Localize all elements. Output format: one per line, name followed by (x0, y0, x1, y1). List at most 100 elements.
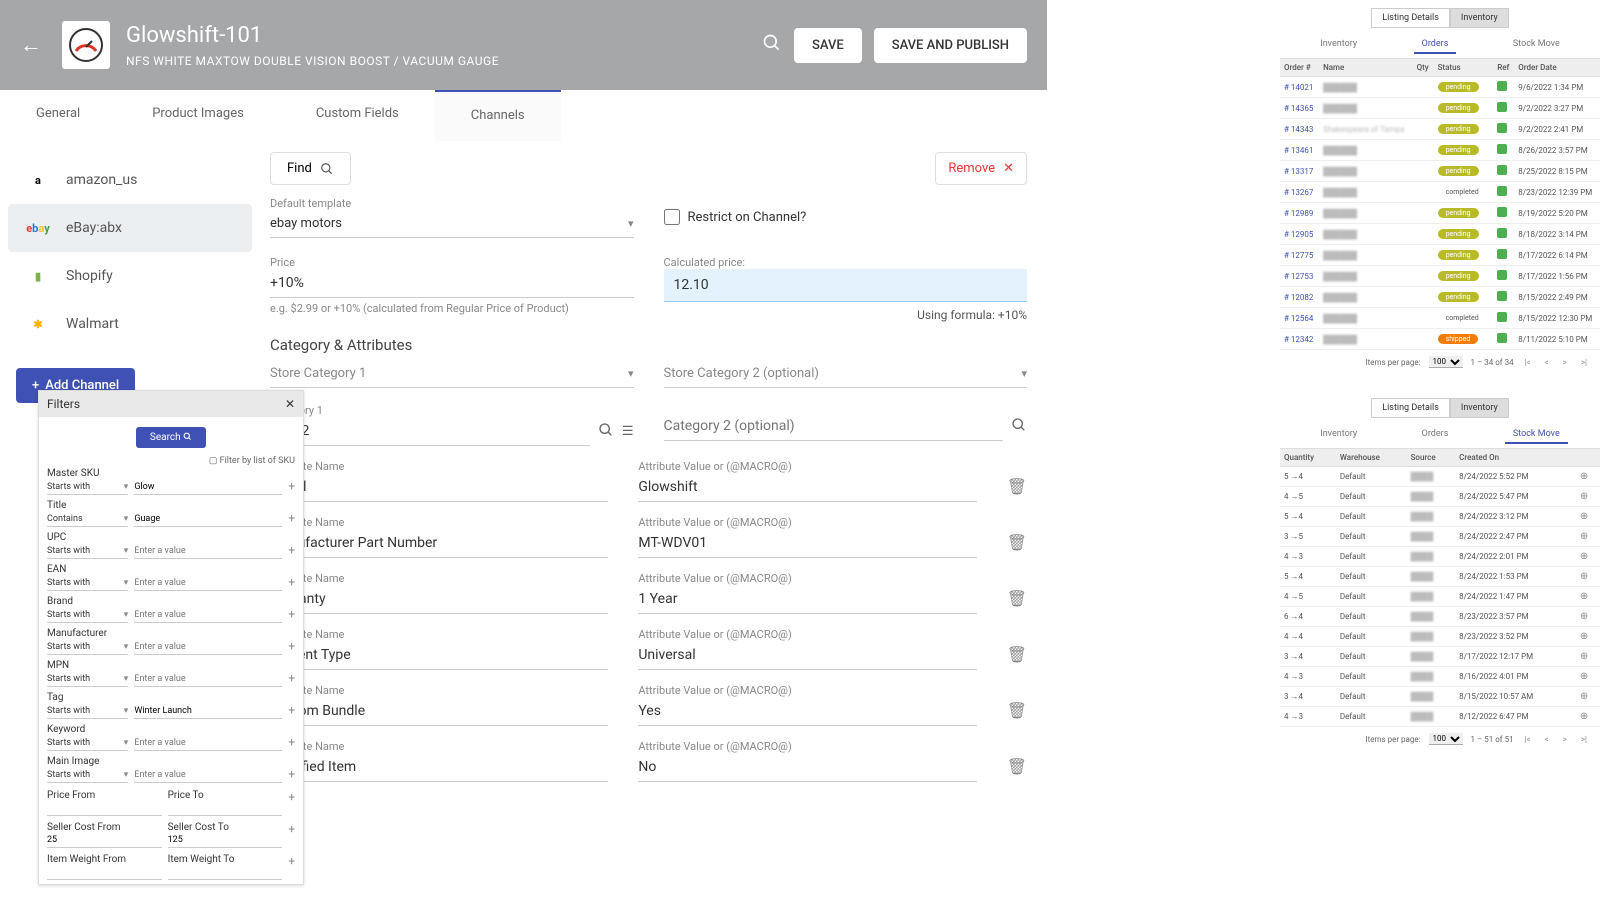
close-icon[interactable]: ✕ (285, 397, 295, 411)
filter-op-select[interactable]: Starts with ▾ (47, 736, 128, 751)
expand-icon[interactable]: ⊕ (1580, 691, 1588, 702)
ipp-select-2[interactable]: 100 (1429, 733, 1463, 745)
order-link[interactable]: # 13461 (1280, 140, 1319, 161)
category-2-input[interactable] (664, 412, 1004, 441)
table-row[interactable]: 5 →4Default████8/24/2022 5:52 PM⊕ (1280, 467, 1600, 487)
range-from-input[interactable] (47, 833, 162, 848)
filter-op-select[interactable]: Starts with ▾ (47, 640, 128, 655)
filter-op-select[interactable]: Starts with ▾ (47, 544, 128, 559)
table-row[interactable]: 4 →4Default████8/23/2022 3:52 PM⊕ (1280, 627, 1600, 647)
expand-icon[interactable]: ⊕ (1580, 471, 1588, 482)
table-row[interactable]: 3 →5Default████8/24/2022 2:47 PM⊕ (1280, 527, 1600, 547)
plus-icon[interactable]: + (288, 790, 295, 816)
last-page-icon[interactable]: >| (1578, 358, 1590, 367)
first-page-icon[interactable]: |< (1522, 735, 1534, 744)
attr-value-input[interactable] (638, 529, 976, 558)
attr-value-input[interactable] (638, 473, 976, 502)
col-status[interactable]: Status (1434, 59, 1494, 77)
col-ref[interactable]: Ref (1493, 59, 1514, 77)
next-page-icon[interactable]: > (1560, 358, 1570, 367)
col-name[interactable]: Name (1319, 59, 1413, 77)
channel-item-amazon[interactable]: a amazon_us (8, 156, 252, 204)
tab-product-images[interactable]: Product Images (116, 90, 280, 141)
expand-icon[interactable]: ⊕ (1580, 491, 1588, 502)
prev-page-icon[interactable]: < (1542, 358, 1552, 367)
trash-icon[interactable]: 🗑 (1007, 477, 1027, 502)
expand-icon[interactable]: ⊕ (1580, 591, 1588, 602)
plus-icon[interactable]: + (288, 671, 295, 687)
first-page-icon[interactable]: |< (1522, 358, 1534, 367)
trash-icon[interactable]: 🗑 (1007, 757, 1027, 782)
range-from-input[interactable] (47, 801, 162, 816)
order-link[interactable]: # 14343 (1280, 119, 1319, 140)
table-row[interactable]: 5 →4Default████8/24/2022 3:12 PM⊕ (1280, 507, 1600, 527)
order-link[interactable]: # 12564 (1280, 308, 1319, 329)
back-arrow-icon[interactable]: ← (20, 32, 42, 58)
expand-icon[interactable]: ⊕ (1580, 711, 1588, 722)
filter-by-sku-toggle[interactable]: ▢ Filter by list of SKU (209, 456, 295, 466)
category-1-input[interactable] (270, 417, 590, 446)
attr-name-input[interactable] (270, 529, 608, 558)
table-row[interactable]: 3 →4Default████8/15/2022 10:57 AM⊕ (1280, 687, 1600, 707)
col-quantity[interactable]: Quantity (1280, 449, 1336, 467)
table-row[interactable]: # 14365██████pending9/2/2022 3:27 PM (1280, 98, 1600, 119)
plus-icon[interactable]: + (288, 822, 295, 848)
tab-inventory-top[interactable]: Inventory (1450, 8, 1509, 28)
table-row[interactable]: # 12082██████pending8/15/2022 2:49 PM (1280, 287, 1600, 308)
filter-op-select[interactable]: Starts with ▾ (47, 672, 128, 687)
search-icon[interactable] (762, 33, 782, 58)
filter-value-input[interactable] (134, 608, 282, 623)
search-icon[interactable] (1011, 417, 1027, 437)
attr-value-input[interactable] (638, 585, 976, 614)
table-row[interactable]: # 14343Shakespeare of Tampapending9/2/20… (1280, 119, 1600, 140)
table-row[interactable]: 6 →4Default████8/23/2022 3:57 PM⊕ (1280, 607, 1600, 627)
filter-value-input[interactable] (134, 576, 282, 591)
table-row[interactable]: # 12753██████pending8/17/2022 1:56 PM (1280, 266, 1600, 287)
subtab-orders-2[interactable]: Orders (1414, 426, 1457, 444)
order-link[interactable]: # 12905 (1280, 224, 1319, 245)
order-link[interactable]: # 13267 (1280, 182, 1319, 203)
trash-icon[interactable]: 🗑 (1007, 533, 1027, 558)
expand-icon[interactable]: ⊕ (1580, 531, 1588, 542)
filter-op-select[interactable]: Starts with ▾ (47, 704, 128, 719)
table-row[interactable]: 4 →3Default████8/12/2022 6:47 PM⊕ (1280, 707, 1600, 727)
table-row[interactable]: # 13317██████pending8/25/2022 8:15 PM (1280, 161, 1600, 182)
table-row[interactable]: 4 →5Default████8/24/2022 1:47 PM⊕ (1280, 587, 1600, 607)
filter-value-input[interactable] (134, 480, 282, 495)
order-link[interactable]: # 12082 (1280, 287, 1319, 308)
subtab-orders[interactable]: Orders (1414, 36, 1457, 54)
table-row[interactable]: # 14021██████pending9/6/2022 1:34 PM (1280, 77, 1600, 98)
filter-value-input[interactable] (134, 672, 282, 687)
default-template-select[interactable]: ebay motors (270, 210, 634, 238)
save-publish-button[interactable]: SAVE AND PUBLISH (874, 28, 1027, 63)
table-row[interactable]: # 12989██████pending8/19/2022 5:20 PM (1280, 203, 1600, 224)
filter-op-select[interactable]: Starts with ▾ (47, 480, 128, 495)
plus-icon[interactable]: + (288, 543, 295, 559)
table-row[interactable]: # 13461██████pending8/26/2022 3:57 PM (1280, 140, 1600, 161)
trash-icon[interactable]: 🗑 (1007, 589, 1027, 614)
table-row[interactable]: 5 →4Default████8/24/2022 1:53 PM⊕ (1280, 567, 1600, 587)
expand-icon[interactable]: ⊕ (1580, 551, 1588, 562)
filter-value-input[interactable] (134, 544, 282, 559)
plus-icon[interactable]: + (288, 511, 295, 527)
price-input[interactable] (270, 269, 634, 298)
subtab-inventory-2[interactable]: Inventory (1312, 426, 1365, 444)
table-row[interactable]: 4 →5Default████8/24/2022 5:47 PM⊕ (1280, 487, 1600, 507)
plus-icon[interactable]: + (288, 479, 295, 495)
order-link[interactable]: # 12775 (1280, 245, 1319, 266)
range-to-input[interactable] (168, 801, 283, 816)
channel-item-ebay[interactable]: ebay eBay:abx (8, 204, 252, 252)
tab-general[interactable]: General (0, 90, 116, 141)
table-row[interactable]: 4 →3Default████8/16/2022 4:01 PM⊕ (1280, 667, 1600, 687)
remove-button[interactable]: Remove✕ (935, 152, 1027, 185)
ipp-select[interactable]: 100 (1429, 356, 1463, 368)
expand-icon[interactable]: ⊕ (1580, 511, 1588, 522)
save-button[interactable]: SAVE (794, 28, 862, 63)
attr-name-input[interactable] (270, 753, 608, 782)
expand-icon[interactable]: ⊕ (1580, 671, 1588, 682)
expand-icon[interactable]: ⊕ (1580, 651, 1588, 662)
filter-value-input[interactable] (134, 768, 282, 783)
filter-value-input[interactable] (134, 736, 282, 751)
table-row[interactable]: # 12775██████pending8/17/2022 6:14 PM (1280, 245, 1600, 266)
col-created[interactable]: Created On (1455, 449, 1576, 467)
